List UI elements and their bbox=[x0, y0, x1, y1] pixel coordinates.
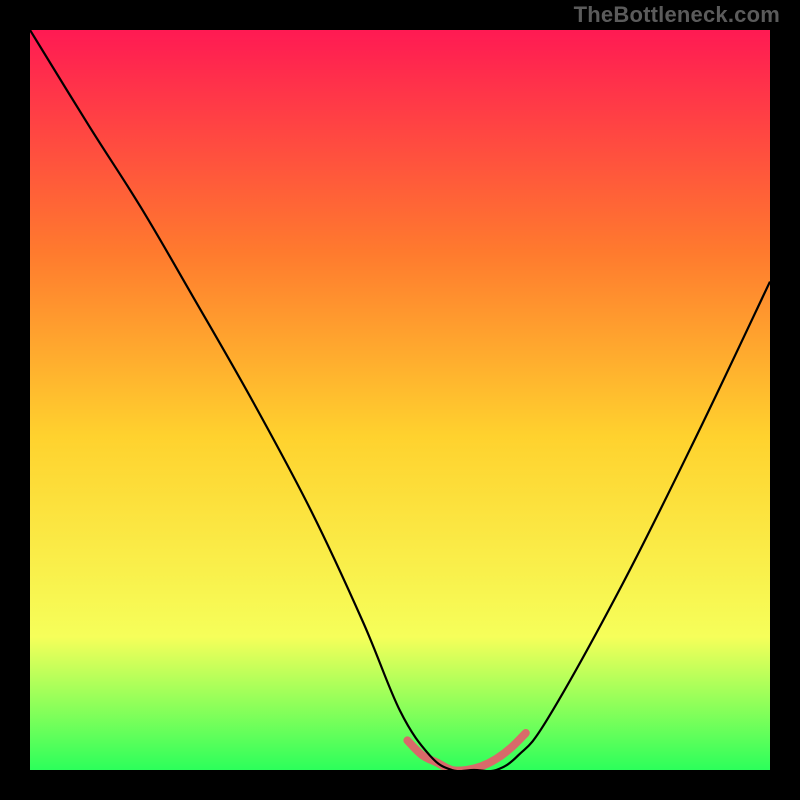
plot-area bbox=[30, 30, 770, 770]
gradient-background bbox=[30, 30, 770, 770]
watermark-text: TheBottleneck.com bbox=[574, 2, 780, 28]
chart-frame: TheBottleneck.com bbox=[0, 0, 800, 800]
chart-svg bbox=[30, 30, 770, 770]
